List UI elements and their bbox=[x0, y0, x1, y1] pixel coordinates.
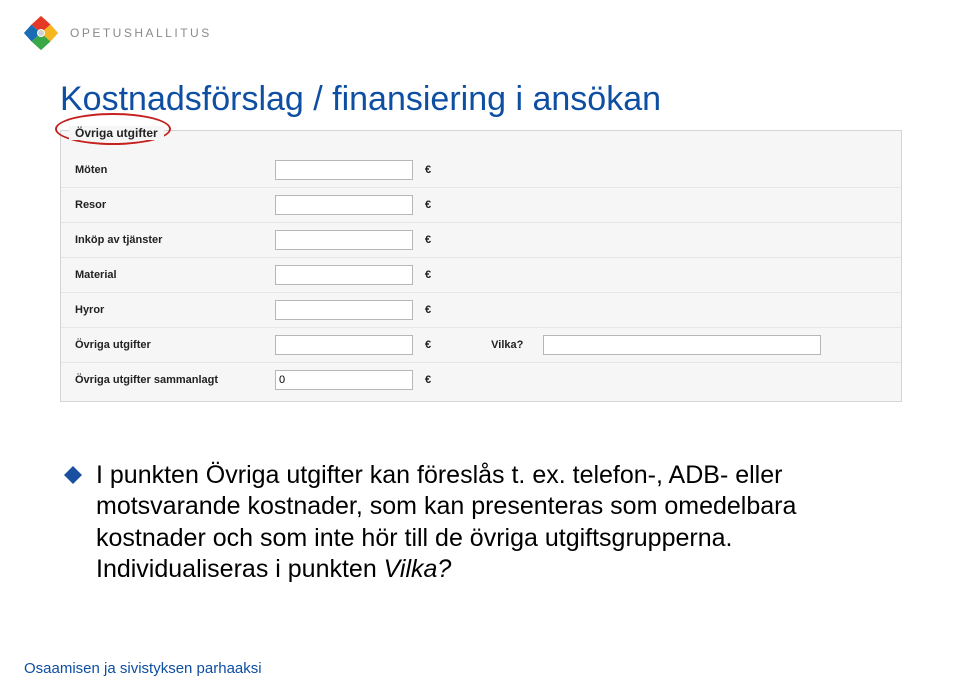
input-vilka[interactable] bbox=[543, 335, 821, 355]
row-resor: Resor € bbox=[61, 187, 901, 222]
input-ovriga[interactable] bbox=[275, 335, 413, 355]
row-material: Material € bbox=[61, 257, 901, 292]
label-moten: Möten bbox=[75, 164, 275, 176]
currency: € bbox=[425, 234, 431, 246]
label-inkop: Inköp av tjänster bbox=[75, 234, 275, 246]
row-sammanlagt: Övriga utgifter sammanlagt € bbox=[61, 362, 901, 397]
currency: € bbox=[425, 269, 431, 281]
page-title: Kostnadsförslag / finansiering i ansökan bbox=[60, 80, 661, 119]
diamond-bullet-icon bbox=[64, 466, 82, 484]
header: OPETUSHALLITUS bbox=[22, 14, 212, 52]
bullet-list: I punkten Övriga utgifter kan föreslås t… bbox=[64, 460, 894, 585]
label-sammanlagt: Övriga utgifter sammanlagt bbox=[75, 374, 275, 386]
input-sammanlagt[interactable] bbox=[275, 370, 413, 390]
currency: € bbox=[425, 164, 431, 176]
row-hyror: Hyror € bbox=[61, 292, 901, 327]
currency: € bbox=[425, 374, 431, 386]
bullet-vilka-italic: Vilka? bbox=[384, 555, 452, 583]
bullet-line1: I punkten Övriga utgifter kan föreslås t… bbox=[96, 461, 663, 489]
bullet-item: I punkten Övriga utgifter kan föreslås t… bbox=[64, 460, 894, 585]
opetushallitus-logo-icon bbox=[22, 14, 60, 52]
label-hyror: Hyror bbox=[75, 304, 275, 316]
label-vilka: Vilka? bbox=[491, 339, 523, 351]
form-rows: Möten € Resor € Inköp av tjänster € Mate… bbox=[61, 131, 901, 401]
form-section-header: Övriga utgifter bbox=[69, 126, 164, 140]
input-hyror[interactable] bbox=[275, 300, 413, 320]
currency: € bbox=[425, 304, 431, 316]
label-ovriga: Övriga utgifter bbox=[75, 339, 275, 351]
row-moten: Möten € bbox=[61, 153, 901, 187]
bullet-text: I punkten Övriga utgifter kan föreslås t… bbox=[96, 460, 894, 585]
brand-text: OPETUSHALLITUS bbox=[70, 26, 212, 40]
label-resor: Resor bbox=[75, 199, 275, 211]
form-panel: Övriga utgifter Möten € Resor € Inköp av… bbox=[60, 130, 902, 402]
row-inkop: Inköp av tjänster € bbox=[61, 222, 901, 257]
input-inkop[interactable] bbox=[275, 230, 413, 250]
input-material[interactable] bbox=[275, 265, 413, 285]
currency: € bbox=[425, 339, 431, 351]
footer-text: Osaamisen ja sivistyksen parhaaksi bbox=[24, 660, 262, 677]
label-material: Material bbox=[75, 269, 275, 281]
input-moten[interactable] bbox=[275, 160, 413, 180]
input-resor[interactable] bbox=[275, 195, 413, 215]
currency: € bbox=[425, 199, 431, 211]
row-ovriga: Övriga utgifter € Vilka? bbox=[61, 327, 901, 362]
